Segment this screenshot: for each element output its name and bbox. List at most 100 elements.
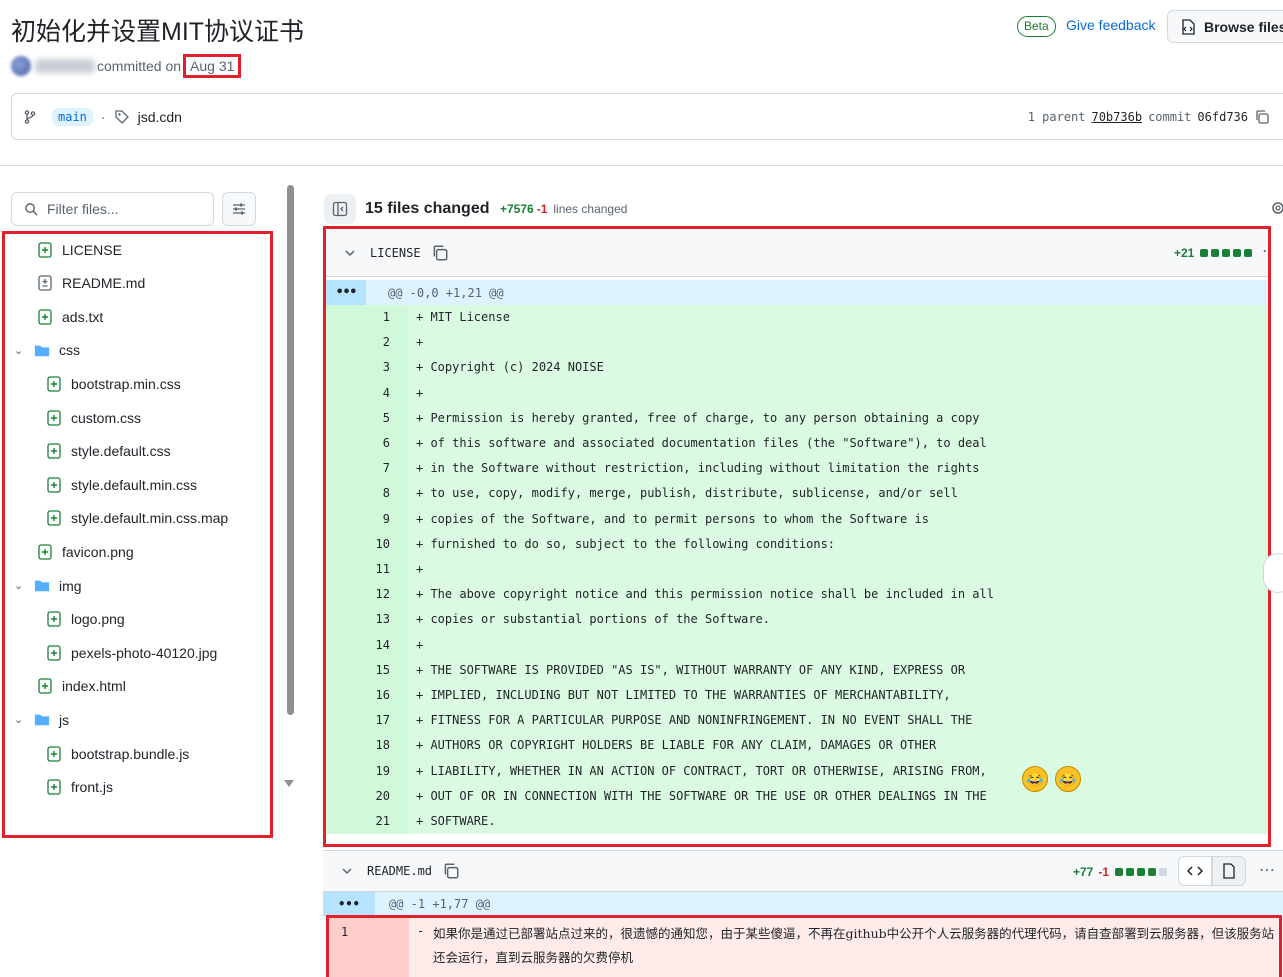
line-number[interactable]: 13 (366, 607, 408, 633)
git-branch-icon (24, 109, 36, 124)
chevron-down-icon[interactable]: ⌄ (14, 344, 26, 357)
kebab-menu-icon[interactable]: ⋯ (1259, 860, 1275, 880)
line-number[interactable]: 2 (366, 330, 408, 356)
commit-hash: 06fd736 (1197, 110, 1248, 124)
line-code: + (408, 380, 1268, 406)
line-number[interactable]: 4 (366, 380, 408, 406)
tree-file[interactable]: front.js (46, 771, 113, 804)
tree-item-label: pexels-photo-40120.jpg (71, 644, 218, 661)
tree-file[interactable]: favicon.png (37, 535, 134, 568)
line-number[interactable]: 5 (366, 405, 408, 431)
line-number[interactable]: 6 (366, 431, 408, 457)
committed-on-label: committed on (97, 58, 182, 74)
line-number[interactable]: 21 (366, 809, 408, 835)
file-name[interactable]: README.md (367, 864, 432, 878)
added-line: 12 + The above copyright notice and this … (326, 582, 1268, 608)
tree-file[interactable]: README.md (37, 267, 145, 300)
tree-folder[interactable]: ⌄ img (14, 569, 82, 602)
tree-item-label: bootstrap.min.css (71, 375, 181, 392)
chevron-down-icon[interactable]: ⌄ (14, 713, 26, 726)
line-number[interactable]: 16 (366, 683, 408, 709)
line-number[interactable]: 8 (366, 481, 408, 507)
line-number[interactable]: 1 (366, 305, 408, 331)
copy-path-icon[interactable] (431, 244, 449, 262)
scrollbar-thumb[interactable] (287, 185, 294, 715)
tree-folder[interactable]: ⌄ css (14, 334, 80, 367)
copy-icon[interactable] (1254, 109, 1270, 125)
line-number[interactable]: 19 (366, 758, 408, 784)
tree-file[interactable]: LICENSE (37, 233, 122, 266)
added-line: 19 + LIABILITY, WHETHER IN AN ACTION OF C… (326, 758, 1268, 784)
line-number[interactable]: 17 (366, 708, 408, 734)
filter-files-input[interactable]: Filter files... (11, 192, 214, 226)
line-number[interactable]: 9 (366, 506, 408, 532)
line-number[interactable]: 7 (366, 456, 408, 482)
kebab-menu-icon[interactable]: ⋯ (1262, 241, 1268, 261)
tree-file[interactable]: custom.css (46, 401, 141, 434)
tree-file[interactable]: style.default.css (46, 435, 171, 468)
tree-file[interactable]: style.default.min.css (46, 468, 197, 501)
old-line-number (326, 733, 366, 759)
chevron-down-icon[interactable] (341, 865, 353, 877)
commit-date[interactable]: Aug 31 (183, 54, 242, 78)
tree-file[interactable]: pexels-photo-40120.jpg (46, 636, 217, 669)
filter-settings-button[interactable] (222, 192, 256, 226)
file-added-icon (37, 678, 53, 694)
tree-file[interactable]: bootstrap.min.css (46, 367, 181, 400)
tree-file[interactable]: style.default.min.css.map (46, 502, 228, 535)
folder-icon (34, 342, 50, 358)
added-line: 11 + (326, 557, 1268, 583)
file-added-icon (37, 241, 53, 258)
tree-file[interactable]: ads.txt (37, 300, 103, 333)
added-line: 8 + to use, copy, modify, merge, publish,… (326, 481, 1268, 507)
chevron-down-icon[interactable]: ⌄ (14, 579, 26, 592)
old-line-number (326, 809, 366, 835)
line-number[interactable]: 3 (366, 355, 408, 381)
side-panel-handle[interactable] (1263, 553, 1283, 593)
expand-button[interactable]: ••• (326, 280, 366, 305)
line-number[interactable]: 20 (366, 783, 408, 809)
line-number[interactable]: 18 (366, 733, 408, 759)
line-number[interactable]: 14 (366, 632, 408, 658)
sidebar-scrollbar[interactable] (282, 175, 296, 800)
deleted-text: 如果你是通过已部署站点过来的，很遗憾的通知您，由于某些傻逼，不再在github中… (433, 926, 1275, 965)
browse-files-button[interactable]: Browse files (1167, 10, 1283, 43)
line-code: + (408, 632, 1268, 658)
file-code-icon (1182, 18, 1195, 35)
rich-view-button[interactable] (1212, 856, 1246, 886)
file-name[interactable]: LICENSE (370, 246, 421, 260)
filter-placeholder: Filter files... (47, 201, 119, 217)
tree-item-label: index.html (62, 678, 126, 695)
tag-name[interactable]: jsd.cdn (138, 109, 182, 125)
old-line-number (326, 708, 366, 734)
tree-folder[interactable]: ⌄ js (14, 703, 69, 736)
copy-path-icon[interactable] (442, 862, 460, 880)
line-number[interactable]: 11 (366, 557, 408, 583)
tree-file[interactable]: logo.png (46, 603, 125, 636)
parent-hash-link[interactable]: 70b736b (1091, 110, 1142, 124)
deleted-line: 1 - 如果你是通过已部署站点过来的，很遗憾的通知您，由于某些傻逼，不再在git… (326, 915, 1282, 977)
chevron-down-icon[interactable] (344, 247, 356, 259)
line-code: + Permission is hereby granted, free of … (408, 405, 1268, 431)
author-avatar[interactable] (11, 56, 31, 76)
toggle-file-tree-button[interactable] (324, 194, 356, 224)
settings-gear-icon[interactable] (1270, 200, 1283, 216)
line-number[interactable]: 15 (366, 657, 408, 683)
hunk-header: ••• @@ -0,0 +1,21 @@ (326, 280, 1268, 305)
line-number[interactable]: 10 (366, 531, 408, 557)
old-line-number (326, 305, 366, 331)
old-line-number (326, 632, 366, 658)
line-code: + (408, 557, 1268, 583)
expand-button[interactable]: ••• (323, 892, 375, 916)
code-view-button[interactable] (1178, 856, 1212, 886)
tree-file[interactable]: bootstrap.bundle.js (46, 737, 189, 770)
line-number[interactable]: 12 (366, 582, 408, 608)
scroll-down-icon[interactable] (284, 780, 294, 788)
tree-file[interactable]: index.html (37, 670, 126, 703)
give-feedback-link[interactable]: Give feedback (1066, 17, 1156, 33)
lines-changed-label: lines changed (553, 202, 628, 216)
branch-name[interactable]: main (52, 107, 93, 126)
view-toggle (1178, 856, 1246, 886)
author-name-redacted[interactable] (35, 59, 95, 73)
tag-icon (114, 109, 129, 124)
